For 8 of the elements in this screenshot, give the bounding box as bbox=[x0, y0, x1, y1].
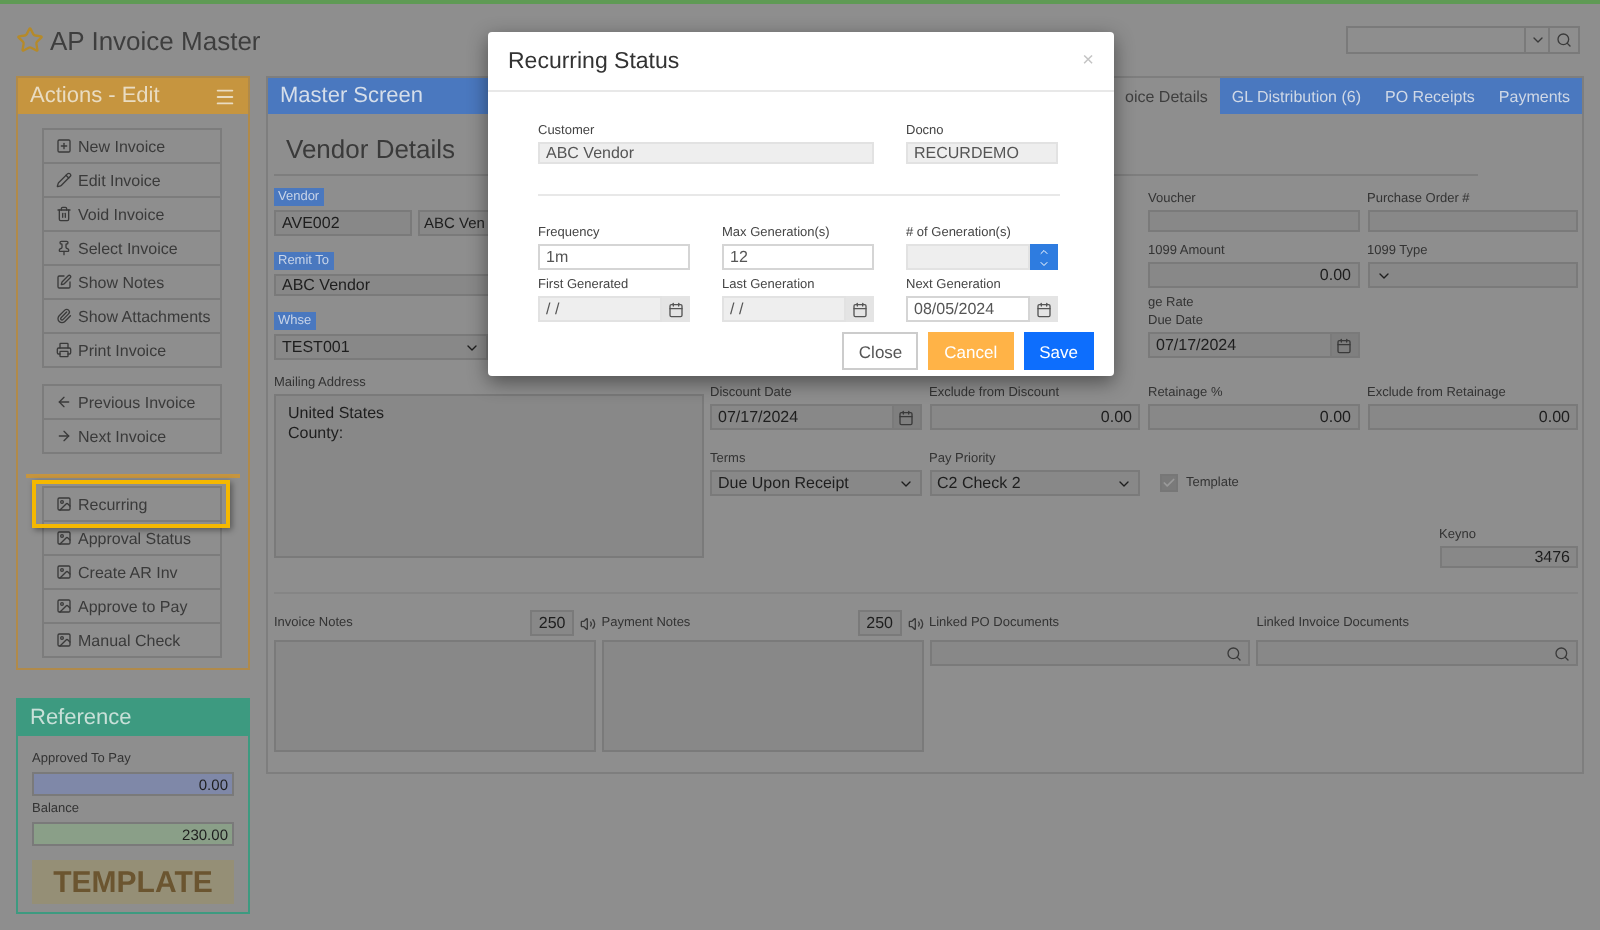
panel-title: Master Screen bbox=[278, 82, 426, 112]
template-badge: TEMPLATE bbox=[32, 860, 234, 904]
panel-title: Actions - Edit bbox=[30, 84, 160, 108]
app-title: AP Invoice Master bbox=[50, 25, 261, 55]
address-line: County: bbox=[288, 424, 346, 442]
address-line: United States bbox=[288, 404, 387, 422]
dialog-title: Recurring Status bbox=[508, 49, 680, 73]
panel-title: Reference bbox=[30, 706, 132, 730]
